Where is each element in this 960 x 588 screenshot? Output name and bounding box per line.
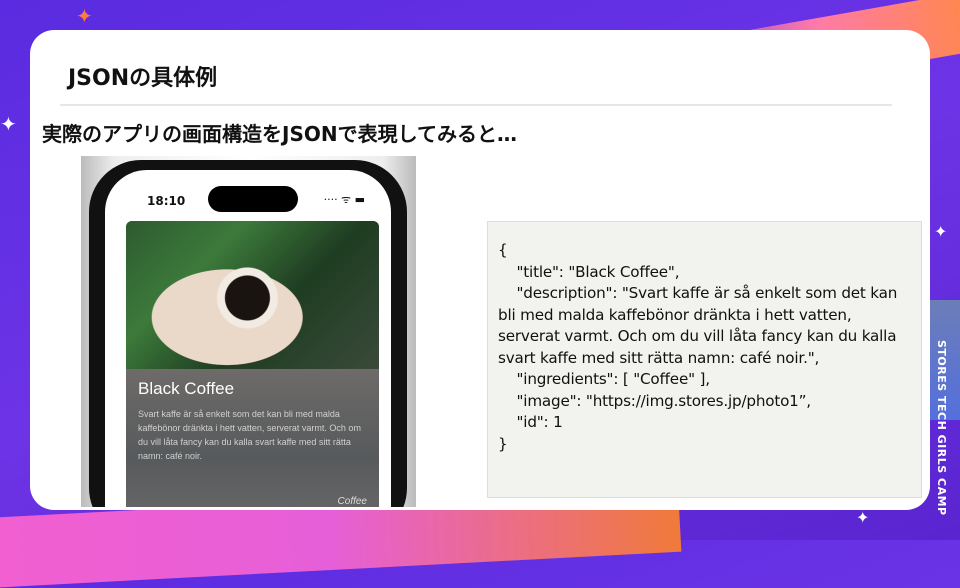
coffee-description: Svart kaffe är så enkelt som det kan bli…	[138, 409, 361, 461]
status-icons: ···· ᯤ ▬	[323, 193, 365, 206]
coffee-ingredient: Coffee	[337, 496, 367, 507]
brand-label: STORES TECH GIRLS CAMP	[935, 340, 948, 516]
sparkle-icon: ✦	[856, 508, 870, 527]
sparkle-icon: ✦	[0, 112, 17, 136]
slide-subtitle: 実際のアプリの画面構造をJSONで表現してみると…	[42, 122, 517, 146]
coffee-title: Black Coffee	[138, 379, 235, 398]
coffee-photo	[126, 221, 379, 369]
sparkle-icon: ✦	[76, 4, 93, 28]
coffee-card: Black Coffee Svart kaffe är så enkelt so…	[126, 221, 379, 507]
phone-screen: 18:10 ···· ᯤ ▬ Black Coffee Svart kaffe …	[105, 170, 391, 507]
phone-screenshot: 18:10 ···· ᯤ ▬ Black Coffee Svart kaffe …	[81, 156, 416, 507]
phone-frame: 18:10 ···· ᯤ ▬ Black Coffee Svart kaffe …	[89, 160, 407, 507]
status-time: 18:10	[147, 194, 186, 208]
divider	[60, 104, 892, 106]
dynamic-island	[208, 186, 298, 212]
sparkle-icon: ✦	[934, 222, 948, 241]
json-code-block: { "title": "Black Coffee", "description"…	[487, 221, 922, 498]
slide-title: JSONの具体例	[68, 66, 218, 91]
